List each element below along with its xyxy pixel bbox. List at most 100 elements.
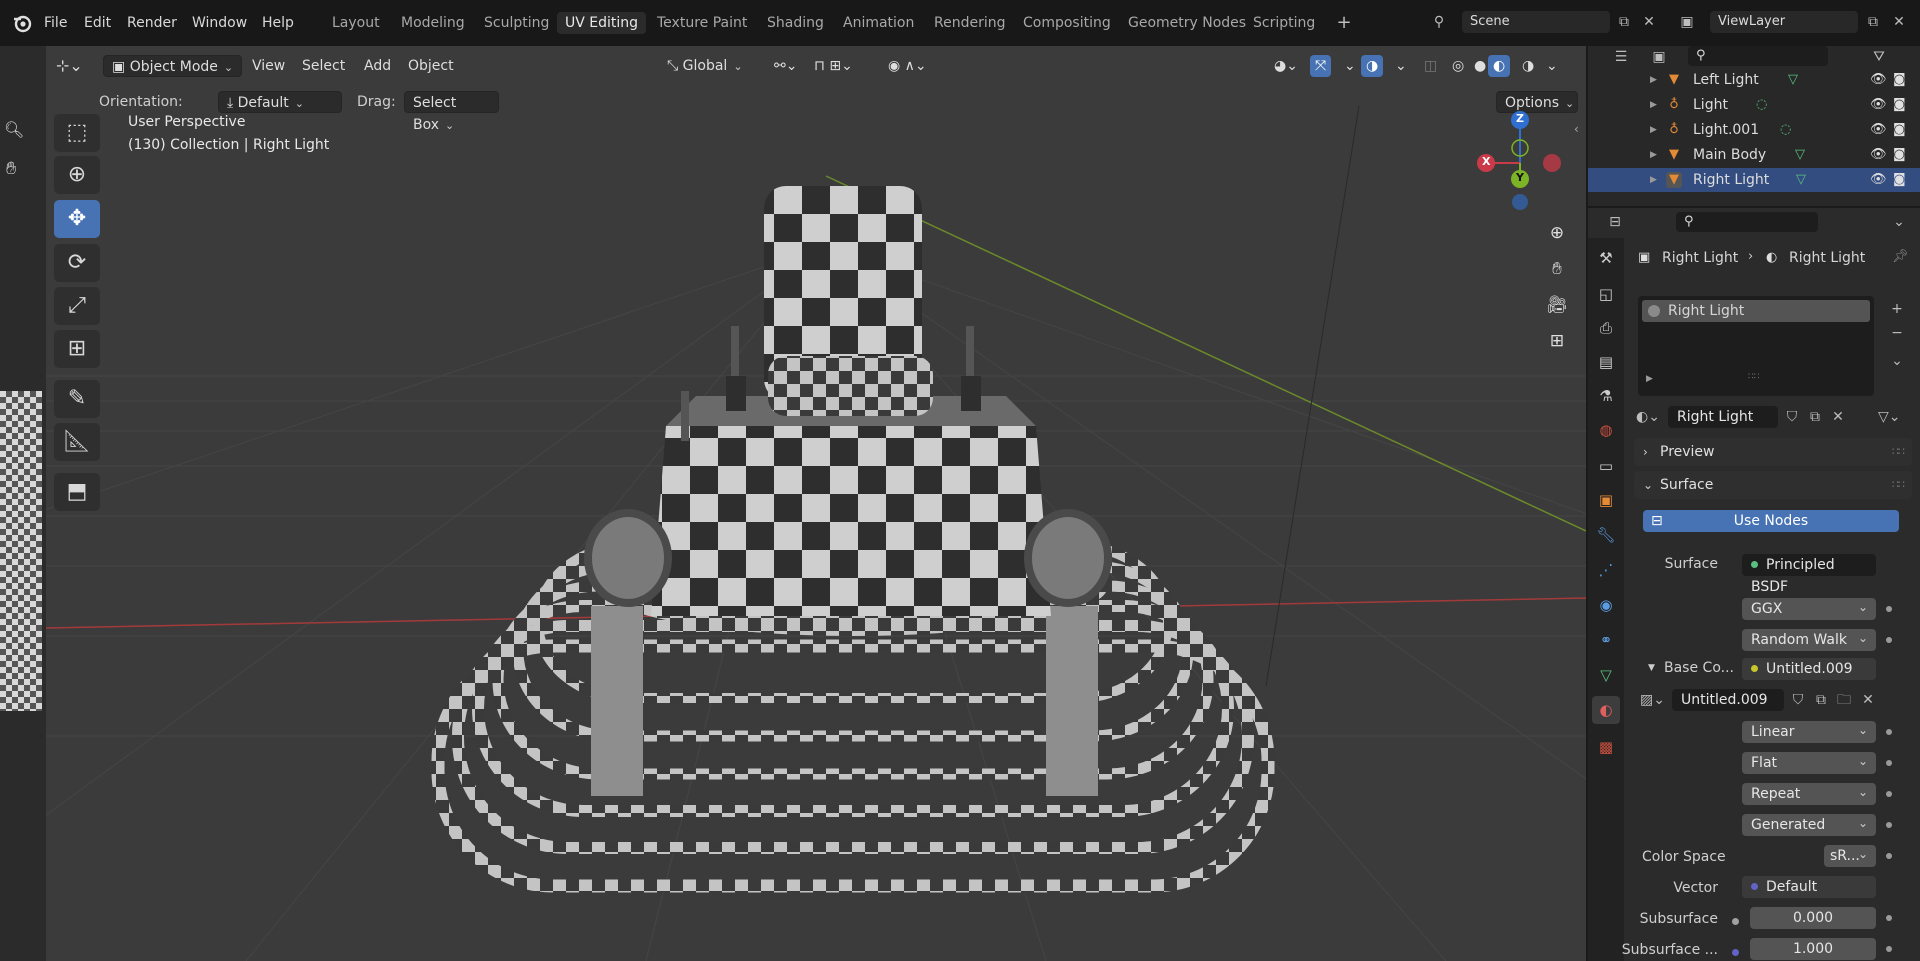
camera-icon[interactable]: ◙	[1893, 68, 1906, 92]
slot-specials-icon[interactable]: ⌄	[1886, 350, 1908, 372]
open-image-folder-icon[interactable]: 🗀	[1833, 689, 1855, 711]
xray-icon[interactable]: ◫	[1416, 55, 1445, 77]
display-mode-icon[interactable]: ▣	[1648, 46, 1670, 68]
tab-rendering[interactable]: Rendering	[926, 12, 1014, 34]
measure-tool-icon[interactable]: 📐︎	[54, 423, 100, 461]
new-view-layer-icon[interactable]: ⧉	[1862, 11, 1884, 33]
proportional-edit-icon[interactable]: ◉ ∧⌄	[880, 55, 935, 77]
menu-select[interactable]: Select	[294, 55, 353, 77]
expand-arrow-icon[interactable]: ▶	[1646, 374, 1653, 384]
keyframe-dot-icon[interactable]	[1886, 606, 1892, 612]
constraints-tab-icon[interactable]: ⚭	[1592, 626, 1620, 654]
rotate-tool-icon[interactable]: ⟳	[54, 244, 100, 282]
camera-icon[interactable]: ◙	[1893, 93, 1906, 117]
subsurface-scale-field[interactable]: 1.000	[1750, 938, 1876, 960]
transform-tool-icon[interactable]: ⊞	[54, 330, 100, 368]
unlink-material-icon[interactable]: ✕	[1827, 406, 1849, 428]
keyframe-dot-icon[interactable]	[1886, 946, 1892, 952]
sidebar-toggle-icon[interactable]: ‹	[1574, 122, 1579, 136]
pin-icon[interactable]: 📌︎	[1892, 249, 1909, 264]
move-tool-icon[interactable]: ✥	[54, 200, 100, 238]
surface-panel-header[interactable]: ⌄ Surface ∷∷	[1634, 471, 1912, 499]
base-color-link-field[interactable]: Untitled.009	[1742, 658, 1876, 680]
image-fake-user-icon[interactable]: ⛉	[1787, 689, 1809, 711]
camera-icon[interactable]: ◙	[1893, 143, 1906, 167]
menu-window[interactable]: Window	[192, 13, 247, 33]
material-slot-list[interactable]: Right Light ▶ ∷∷	[1638, 296, 1874, 396]
keyframe-dot-icon[interactable]	[1886, 729, 1892, 735]
zoom-view-icon[interactable]: ⊕	[1542, 218, 1572, 248]
render-tab-icon[interactable]: ◱	[1592, 280, 1620, 308]
view-layer-tab-icon[interactable]: ▤	[1592, 348, 1620, 376]
collection-tab-icon[interactable]: ▭	[1592, 452, 1620, 480]
output-tab-icon[interactable]: ⎙	[1592, 314, 1620, 342]
editor-type-icon[interactable]: ⊹⌄	[48, 55, 91, 77]
annotate-tool-icon[interactable]: ✎	[54, 380, 100, 418]
link-to-icon[interactable]: ▽⌄	[1878, 406, 1901, 428]
tab-texture-paint[interactable]: Texture Paint	[649, 12, 755, 34]
keyframe-dot-icon[interactable]	[1886, 853, 1892, 859]
menu-help[interactable]: Help	[262, 13, 294, 33]
color-space-dropdown[interactable]: sR...	[1824, 843, 1876, 867]
vector-field[interactable]: Default	[1742, 876, 1876, 898]
properties-editor-type-icon[interactable]: ⊟	[1604, 211, 1626, 233]
modifier-tab-icon[interactable]: 🔧︎	[1592, 521, 1620, 549]
menu-render[interactable]: Render	[127, 13, 177, 33]
outliner-editor-type-icon[interactable]: ☰	[1610, 46, 1632, 68]
particles-tab-icon[interactable]: ⋰	[1592, 556, 1620, 584]
material-preview-icon[interactable]: ◐	[1488, 55, 1511, 77]
projection-dropdown[interactable]: Flat	[1742, 750, 1876, 774]
blender-logo-icon[interactable]	[12, 13, 32, 33]
view-layer-field[interactable]: ViewLayer	[1710, 11, 1858, 33]
expand-arrow-icon[interactable]: ▼	[1648, 663, 1655, 673]
camera-icon[interactable]: ◙	[1893, 168, 1906, 192]
tab-sculpting[interactable]: Sculpting	[476, 12, 557, 34]
scene-icon[interactable]: ⚲	[1428, 11, 1450, 33]
world-tab-icon[interactable]: ◍	[1592, 416, 1620, 444]
menu-view[interactable]: View	[244, 55, 293, 77]
tab-layout[interactable]: Layout	[324, 12, 388, 34]
zoom-icon[interactable]: 🔍︎	[4, 120, 26, 142]
subsurface-method-dropdown[interactable]: Random Walk	[1742, 627, 1876, 651]
outliner-item[interactable]: ▶ ♁ Light.001 ◌ 👁︎ ◙	[1588, 118, 1920, 142]
material-slot-row[interactable]: Right Light	[1642, 300, 1870, 322]
extension-dropdown[interactable]: Repeat	[1742, 781, 1876, 805]
source-dropdown[interactable]: Generated	[1742, 812, 1876, 836]
scene-field[interactable]: Scene	[1462, 11, 1610, 33]
mode-dropdown[interactable]: ▣ Object Mode	[103, 55, 243, 77]
cursor-tool-icon[interactable]: ⊕	[54, 156, 100, 194]
outliner-search-input[interactable]: ⚲	[1688, 46, 1828, 66]
unlink-image-icon[interactable]: ✕	[1857, 689, 1879, 711]
tab-scripting[interactable]: Scripting	[1245, 12, 1323, 34]
image-name-field[interactable]: Untitled.009	[1672, 689, 1784, 711]
add-workspace-icon[interactable]: +	[1333, 12, 1355, 34]
camera-icon[interactable]: ◙	[1893, 118, 1906, 142]
gizmo-toggle-icon[interactable]: ⤧	[1310, 55, 1332, 77]
scene-tab-icon[interactable]: ⚗	[1592, 382, 1620, 410]
properties-options-icon[interactable]: ⌄	[1888, 211, 1910, 233]
object-tab-icon[interactable]: ▣	[1592, 486, 1620, 514]
data-tab-icon[interactable]: ▽	[1592, 661, 1620, 689]
overlays-dropdown-icon[interactable]: ⌄	[1387, 55, 1415, 77]
physics-tab-icon[interactable]: ◉	[1592, 591, 1620, 619]
properties-search-input[interactable]: ⚲	[1676, 212, 1818, 232]
scale-tool-icon[interactable]: ⤢	[54, 287, 100, 325]
tab-uv-editing[interactable]: UV Editing	[557, 12, 647, 34]
resize-grip-icon[interactable]: ∷∷	[1748, 372, 1759, 382]
orientation-dropdown[interactable]: ⤓ Default	[218, 91, 342, 113]
pivot-point-icon[interactable]: ⚯⌄	[766, 55, 805, 77]
preview-panel-header[interactable]: › Preview ∷∷	[1634, 438, 1912, 466]
tab-shading[interactable]: Shading	[759, 12, 832, 34]
eye-icon[interactable]: 👁︎	[1870, 168, 1887, 192]
new-scene-icon[interactable]: ⧉	[1613, 11, 1635, 33]
add-slot-icon[interactable]: +	[1886, 298, 1908, 320]
transform-orientation-dropdown[interactable]: ⤡ Global	[659, 55, 751, 77]
view-layer-icon[interactable]: ▣	[1676, 11, 1698, 33]
remove-scene-icon[interactable]: ✕	[1638, 11, 1660, 33]
duplicate-image-icon[interactable]: ⧉	[1810, 689, 1832, 711]
tool-tab-icon[interactable]: ⚒	[1592, 244, 1620, 272]
remove-view-layer-icon[interactable]: ✕	[1888, 11, 1910, 33]
menu-file[interactable]: File	[44, 13, 67, 33]
tab-modeling[interactable]: Modeling	[393, 12, 473, 34]
filter-icon[interactable]: ⛛	[1868, 46, 1890, 68]
